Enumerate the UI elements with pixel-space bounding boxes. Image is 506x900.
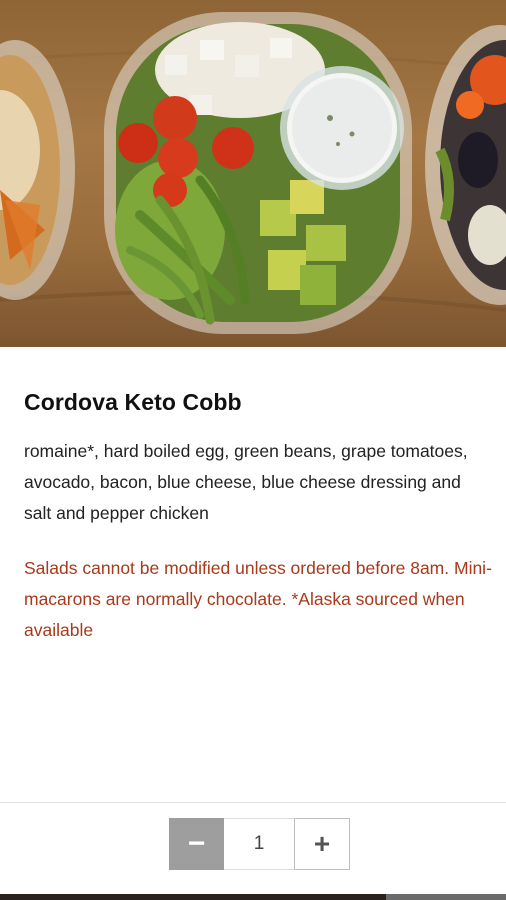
product-note: Salads cannot be modified unless ordered… [24, 558, 492, 640]
quantity-stepper: − 1 + [169, 818, 352, 870]
decrease-quantity-button[interactable]: − [169, 818, 224, 870]
minus-icon: − [187, 827, 206, 860]
salad-bowls-illustration [0, 12, 506, 334]
increase-quantity-button[interactable]: + [294, 818, 350, 870]
product-description: romaine*, hard boiled egg, green beans, … [24, 441, 468, 523]
product-details: Cordova Keto Cobb romaine*, hard boiled … [0, 347, 506, 802]
product-title: Cordova Keto Cobb [24, 389, 242, 415]
bottom-bar [0, 894, 506, 900]
product-image [0, 0, 506, 347]
quantity-value[interactable]: 1 [224, 818, 294, 870]
bottom-bar-segment [386, 894, 506, 900]
quantity-footer: − 1 + [0, 802, 506, 895]
plus-icon: + [313, 828, 331, 859]
